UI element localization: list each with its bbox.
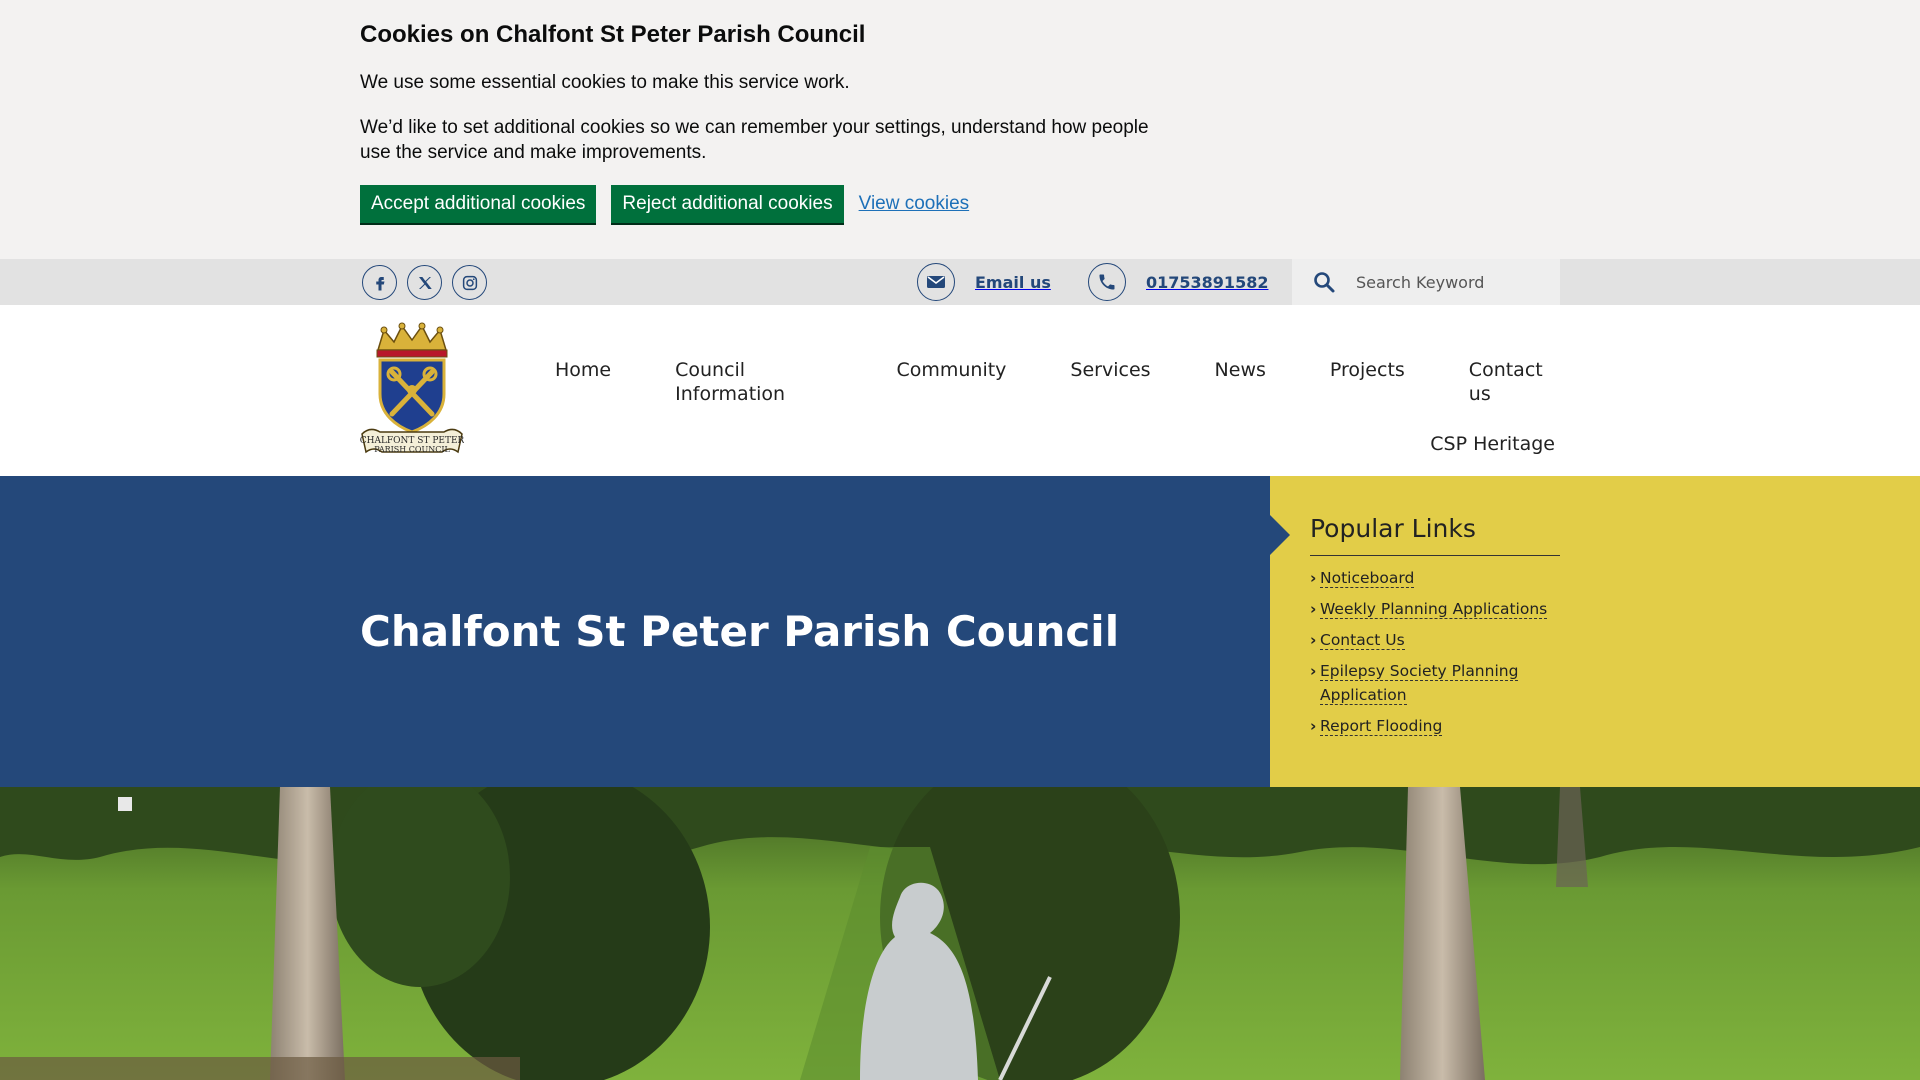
- accept-cookies-button[interactable]: Accept additional cookies: [360, 185, 597, 223]
- nav-item-contact-us[interactable]: Contact us: [1469, 358, 1555, 406]
- nav-item-home[interactable]: Home: [555, 358, 611, 406]
- instagram-icon[interactable]: [452, 265, 487, 300]
- cookie-banner: Cookies on Chalfont St Peter Parish Coun…: [0, 0, 1920, 259]
- page-title: Chalfont St Peter Parish Council: [360, 607, 1120, 656]
- facebook-icon[interactable]: [362, 265, 397, 300]
- panel-arrow: [1270, 515, 1290, 555]
- nav-item-news[interactable]: News: [1215, 358, 1266, 406]
- social-links: [362, 265, 487, 300]
- search-icon[interactable]: [1292, 259, 1356, 305]
- nav-item-council-information[interactable]: Council Information: [675, 358, 832, 406]
- phone-number: 01753891582: [1146, 272, 1269, 292]
- reject-cookies-button[interactable]: Reject additional cookies: [611, 185, 844, 223]
- popular-links-content: Popular Links › Noticeboard › Weekly Plann…: [1310, 514, 1560, 745]
- svg-text:PARISH COUNCIL: PARISH COUNCIL: [374, 445, 450, 454]
- list-item: › Epilepsy Society Planning Application: [1310, 659, 1560, 707]
- envelope-icon: [917, 263, 955, 301]
- search-input[interactable]: [1356, 272, 1546, 292]
- list-item: › Report Flooding: [1310, 714, 1560, 738]
- popular-link-contact-us[interactable]: Contact Us: [1320, 631, 1405, 650]
- cookie-banner-content: Cookies on Chalfont St Peter Parish Coun…: [360, 20, 1160, 223]
- cookie-banner-title: Cookies on Chalfont St Peter Parish Coun…: [360, 21, 866, 48]
- popular-link-weekly-planning[interactable]: Weekly Planning Applications: [1320, 600, 1548, 619]
- popular-link-epilepsy-society[interactable]: Epilepsy Society Planning Application: [1320, 662, 1519, 705]
- search-box: [1292, 259, 1560, 305]
- view-cookies-link[interactable]: View cookies: [859, 193, 970, 215]
- chevron-right-icon: ›: [1310, 569, 1317, 587]
- nav-item-projects[interactable]: Projects: [1330, 358, 1405, 406]
- chevron-right-icon: ›: [1310, 717, 1317, 735]
- list-item: › Contact Us: [1310, 628, 1560, 652]
- phone-link[interactable]: 01753891582: [1088, 263, 1268, 301]
- nav-item-community[interactable]: Community: [896, 358, 1006, 406]
- chevron-right-icon: ›: [1310, 662, 1317, 680]
- chevron-right-icon: ›: [1310, 600, 1317, 618]
- hero-banner: Chalfont St Peter Parish Council: [0, 476, 1270, 787]
- nav-row: Home Council Information Community Servi…: [555, 358, 1555, 406]
- popular-links-panel: Popular Links › Noticeboard › Weekly Plann…: [1270, 476, 1920, 787]
- popular-link-noticeboard[interactable]: Noticeboard: [1320, 569, 1415, 588]
- x-icon[interactable]: [407, 265, 442, 300]
- nav-item-services[interactable]: Services: [1070, 358, 1150, 406]
- list-item: › Weekly Planning Applications: [1310, 597, 1560, 621]
- cookie-banner-text: We use some essential cookies to make th…: [360, 72, 850, 93]
- site-header: CHALFONT ST PETER PARISH COUNCIL Home Co…: [0, 305, 1920, 476]
- list-item: › Noticeboard: [1310, 566, 1560, 590]
- cookie-banner-text: We’d like to set additional cookies so w…: [360, 117, 1149, 163]
- email-label: Email us: [975, 272, 1051, 292]
- council-crest-logo[interactable]: CHALFONT ST PETER PARISH COUNCIL: [360, 322, 465, 458]
- cookie-actions: Accept additional cookies Reject additio…: [360, 185, 1160, 223]
- popular-links-title: Popular Links: [1310, 514, 1560, 556]
- chevron-right-icon: ›: [1310, 631, 1317, 649]
- utility-bar: Email us 01753891582: [0, 259, 1920, 305]
- hero-photo: [0, 787, 1920, 1080]
- popular-links-list: › Noticeboard › Weekly Planning Applicatio…: [1310, 566, 1560, 738]
- popular-link-report-flooding[interactable]: Report Flooding: [1320, 717, 1443, 736]
- phone-icon: [1088, 263, 1126, 301]
- email-link[interactable]: Email us: [917, 263, 1051, 301]
- nav-row: CSP Heritage: [555, 432, 1555, 456]
- nav-item-csp-heritage[interactable]: CSP Heritage: [1430, 432, 1555, 456]
- main-nav: Home Council Information Community Servi…: [555, 358, 1555, 456]
